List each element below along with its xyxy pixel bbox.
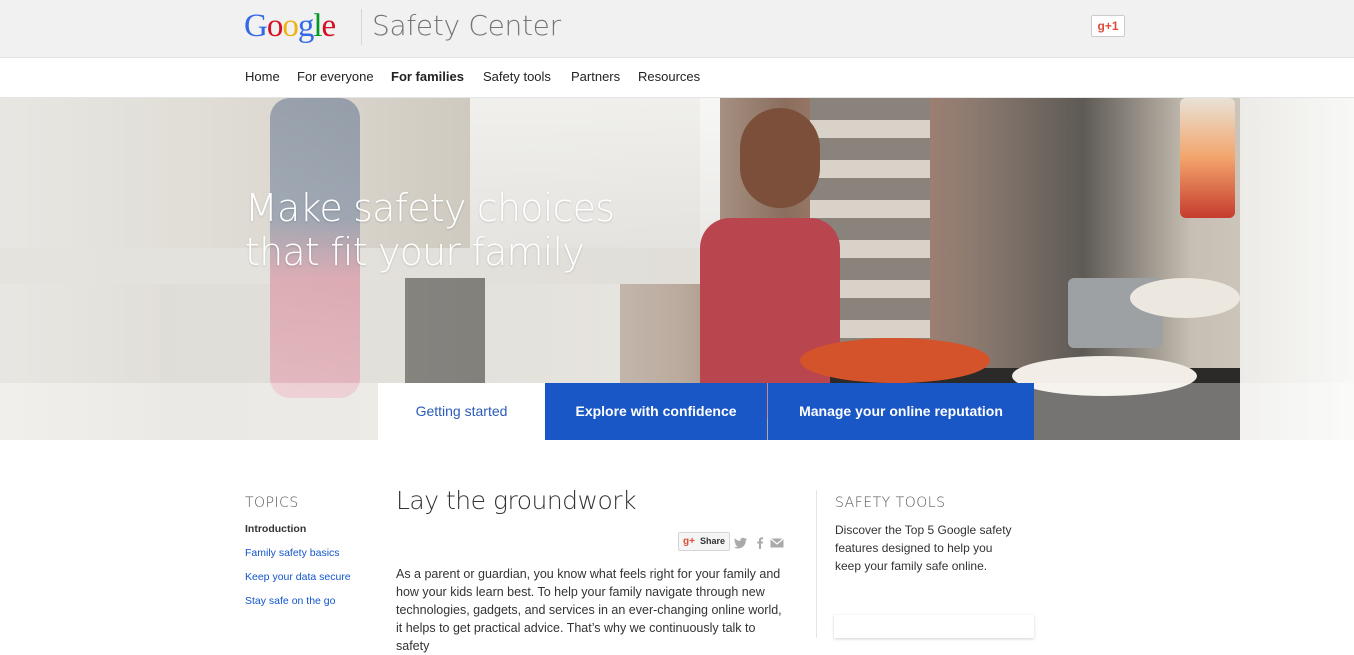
- logo-letter: o: [266, 8, 283, 44]
- share-button[interactable]: g+ Share: [678, 532, 730, 551]
- topic-introduction[interactable]: Introduction: [245, 523, 306, 535]
- safety-tools-description: Discover the Top 5 Google safety feature…: [835, 523, 1012, 573]
- logo-letter: l: [313, 8, 322, 44]
- share-label: Share: [699, 536, 725, 546]
- hero-photo-blender: [1180, 98, 1235, 218]
- main-nav: Home For everyone For families Safety to…: [0, 58, 1354, 98]
- twitter-icon[interactable]: [734, 537, 748, 549]
- nav-safety-tools[interactable]: Safety tools: [483, 69, 551, 84]
- safety-tools-card[interactable]: [834, 615, 1034, 638]
- logo-letter: g: [297, 8, 314, 44]
- hero-photo-boy-head: [740, 108, 820, 208]
- site-header: Google Safety Center g+1: [0, 0, 1354, 58]
- topic-keep-data-secure[interactable]: Keep your data secure: [245, 571, 351, 583]
- facebook-icon[interactable]: [753, 537, 767, 549]
- google-plus-icon: g: [1097, 19, 1105, 33]
- topics-sidebar: TOPICS Introduction Family safety basics…: [245, 495, 351, 607]
- topic-stay-safe-on-the-go[interactable]: Stay safe on the go: [245, 595, 335, 607]
- topic-family-safety-basics[interactable]: Family safety basics: [245, 547, 340, 559]
- header-divider: [361, 9, 362, 45]
- nav-resources[interactable]: Resources: [638, 69, 700, 84]
- google-plus-icon: g+: [683, 536, 695, 547]
- hero-title: Make safety choices that fit your family: [245, 186, 615, 274]
- tab-manage-online-reputation[interactable]: Manage your online reputation: [768, 383, 1034, 440]
- topics-heading: TOPICS: [245, 495, 299, 511]
- google-logo[interactable]: Google: [244, 6, 337, 46]
- plus-one-label: +1: [1104, 19, 1119, 33]
- nav-for-everyone[interactable]: For everyone: [297, 69, 374, 84]
- nav-partners[interactable]: Partners: [571, 69, 620, 84]
- intro-paragraph: As a parent or guardian, you know what f…: [396, 567, 782, 653]
- tab-getting-started[interactable]: Getting started: [378, 383, 545, 440]
- page-heading: Lay the groundwork: [396, 486, 637, 515]
- email-icon[interactable]: [770, 537, 784, 549]
- tab-explore-with-confidence[interactable]: Explore with confidence: [545, 383, 767, 440]
- hero-photo-pan: [800, 338, 990, 383]
- google-plus-one-button[interactable]: g+1: [1091, 15, 1125, 37]
- hero-title-line-1: Make safety choices: [245, 186, 615, 230]
- logo-letter: o: [282, 8, 298, 44]
- safety-tools-heading: SAFETY TOOLS: [835, 495, 946, 511]
- nav-home[interactable]: Home: [245, 69, 280, 84]
- site-title[interactable]: Safety Center: [372, 9, 561, 42]
- nav-for-families[interactable]: For families: [391, 69, 464, 84]
- hero-title-line-2: that fit your family: [245, 230, 585, 274]
- hero-photo-plate: [1130, 278, 1240, 318]
- logo-letter: G: [244, 8, 268, 44]
- logo-letter: e: [321, 8, 337, 44]
